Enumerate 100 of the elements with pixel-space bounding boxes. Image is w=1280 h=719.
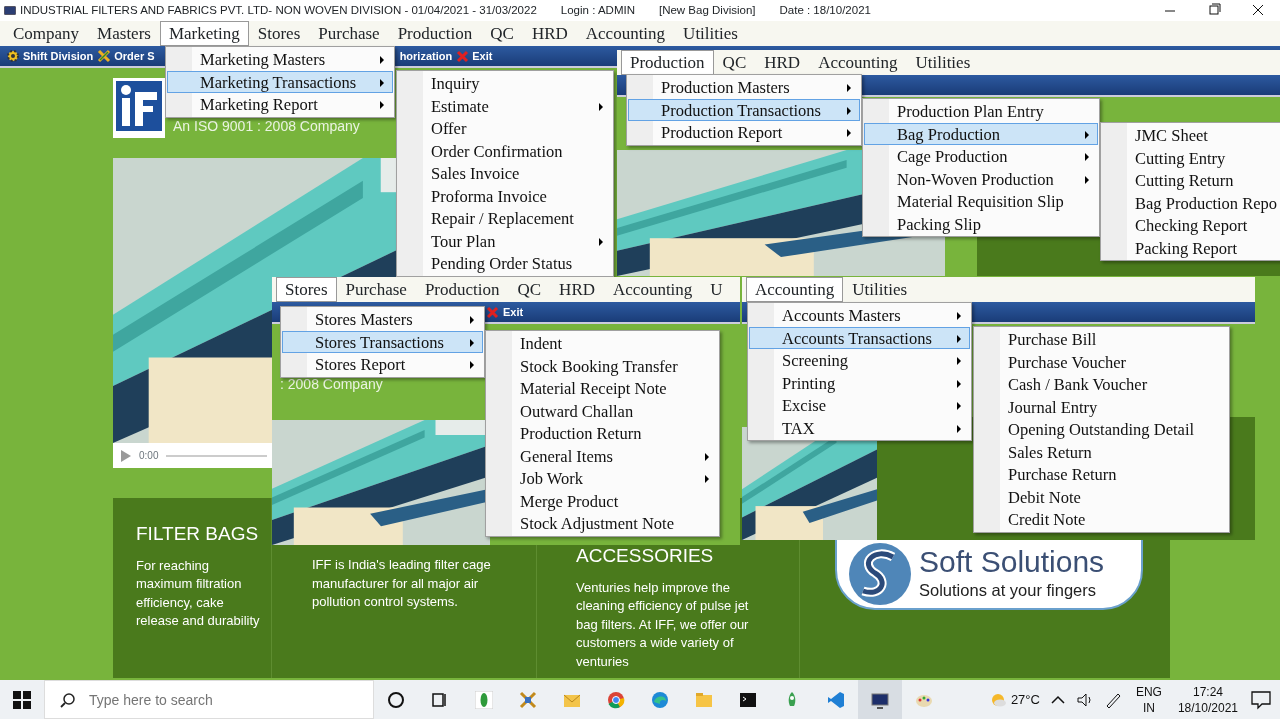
toolbar-button[interactable]: Shift Division bbox=[4, 46, 96, 66]
menu-bar-item[interactable]: Stores bbox=[248, 21, 310, 46]
window-title: INDUSTRIAL FILTERS AND FABRICS PVT. LTD- NON WOVEN DIVISION - 01/04/2021 - 31/03/2022 bbox=[20, 2, 537, 18]
search-field[interactable]: Type here to search bbox=[44, 680, 374, 719]
menu-bar-item[interactable]: Marketing bbox=[159, 21, 249, 46]
menu-item[interactable]: Checking Report bbox=[1102, 214, 1280, 237]
menu-bar-item[interactable]: Production bbox=[621, 50, 714, 75]
menu-bar-item[interactable]: HRD bbox=[755, 50, 810, 75]
clock-time[interactable]: 17:24 bbox=[1177, 683, 1238, 700]
column-text: For reaching maximum filtration efficiency, cake release and durability bbox=[136, 556, 261, 630]
close-icon bbox=[456, 49, 470, 63]
toolbar-button[interactable]: horization bbox=[397, 46, 455, 66]
menu-bar-item[interactable]: Masters bbox=[88, 21, 160, 46]
menu-item[interactable]: Cutting Return bbox=[1102, 169, 1280, 192]
notification-icon[interactable] bbox=[1250, 689, 1272, 710]
menu-item[interactable]: Opening Outstanding Detail bbox=[975, 418, 1228, 441]
menu-bar-item[interactable]: Purchase bbox=[309, 21, 389, 46]
menu-bar-item[interactable]: QC bbox=[713, 50, 756, 75]
video-track[interactable] bbox=[166, 454, 267, 457]
menu-item[interactable]: Outward Challan bbox=[487, 399, 718, 422]
video-time: 0:00 bbox=[139, 449, 159, 463]
gear-icon bbox=[6, 49, 20, 63]
menu-item[interactable]: Stock Booking Transfer bbox=[487, 354, 718, 377]
menu-item[interactable]: Credit Note bbox=[975, 508, 1228, 531]
menu-bar-item[interactable]: Utilities bbox=[843, 277, 917, 302]
menu-item[interactable]: Purchase Bill bbox=[975, 328, 1228, 351]
menu-item[interactable]: Cage Production bbox=[864, 145, 1098, 168]
menu-item[interactable]: Material Receipt Note bbox=[487, 377, 718, 400]
menu-item[interactable]: TAX bbox=[749, 416, 970, 439]
menu-item[interactable]: Marketing Masters bbox=[167, 48, 393, 71]
menu-item[interactable]: Production Plan Entry bbox=[864, 100, 1098, 123]
menu-bar-item[interactable]: Company bbox=[4, 21, 89, 46]
menu-bar-item[interactable]: Utilities bbox=[906, 50, 980, 75]
menu-bar-item[interactable]: U bbox=[701, 277, 732, 302]
brand-name: Soft Solutions bbox=[919, 545, 1105, 578]
menu-item[interactable]: Packing Slip bbox=[864, 212, 1098, 235]
menu-item[interactable]: Job Work bbox=[487, 467, 718, 490]
circle-icon bbox=[387, 690, 405, 709]
weather-button[interactable]: 27°C bbox=[988, 690, 1040, 709]
menu-item[interactable]: Inquiry bbox=[398, 72, 612, 95]
menu-item[interactable]: Material Requisition Slip bbox=[864, 190, 1098, 213]
menu-bar-item[interactable]: QC bbox=[481, 21, 523, 46]
menu-item[interactable]: Order Confirmation bbox=[398, 139, 612, 162]
menu-bar-item[interactable]: Production bbox=[388, 21, 482, 46]
menu-item[interactable]: General Items bbox=[487, 444, 718, 467]
play-icon[interactable] bbox=[121, 449, 131, 462]
search-icon bbox=[60, 692, 76, 708]
menu-item[interactable]: Estimate bbox=[398, 94, 612, 117]
chrome-icon bbox=[607, 690, 625, 709]
menu-item[interactable]: Marketing Transactions bbox=[167, 70, 393, 93]
leaf-icon bbox=[475, 690, 493, 709]
menu-item[interactable]: JMC Sheet bbox=[1102, 124, 1280, 147]
menu-item[interactable]: Purchase Return bbox=[975, 463, 1228, 486]
region-label: IN bbox=[1141, 699, 1156, 716]
menu-bar-item[interactable]: Utilities bbox=[674, 21, 747, 46]
wave-icon bbox=[651, 690, 669, 709]
toolbar-button[interactable]: Order S bbox=[95, 46, 157, 66]
login-label: Login : ADMIN bbox=[560, 2, 635, 18]
menu-item[interactable]: Accounts Transactions bbox=[749, 326, 970, 349]
code-icon bbox=[827, 690, 845, 709]
menu-item[interactable]: Excise bbox=[749, 394, 970, 417]
menu-item[interactable]: Cutting Entry bbox=[1102, 146, 1280, 169]
menu-bar-item[interactable]: Accounting bbox=[746, 277, 844, 302]
toolbar-button[interactable]: Exit bbox=[484, 302, 526, 322]
menu-item[interactable]: Bag Production bbox=[864, 122, 1098, 145]
menu-item[interactable]: Non-Woven Production bbox=[864, 167, 1098, 190]
menu-item[interactable]: Stock Adjustment Note bbox=[487, 512, 718, 535]
menu-item[interactable]: Cash / Bank Voucher bbox=[975, 373, 1228, 396]
menu-item[interactable]: Marketing Report bbox=[167, 93, 393, 116]
brand-tagline: Solutions at your fingers bbox=[919, 579, 1097, 601]
menu-bar-item[interactable]: HRD bbox=[550, 277, 604, 302]
language-label[interactable]: ENG bbox=[1135, 683, 1162, 700]
menu-item[interactable]: Production Transactions bbox=[628, 98, 860, 121]
menu-item[interactable]: Printing bbox=[749, 371, 970, 394]
menu-item[interactable]: Indent bbox=[487, 332, 718, 355]
menu-bar-item[interactable]: Accounting bbox=[576, 21, 675, 46]
menu-bar-item[interactable]: Accounting bbox=[809, 50, 907, 75]
menu-item[interactable]: Accounts Masters bbox=[749, 304, 970, 327]
menu-item[interactable]: Production Report bbox=[628, 121, 860, 144]
menu-item[interactable]: Screening bbox=[749, 349, 970, 372]
menu-item[interactable]: Bag Production Repo bbox=[1102, 191, 1280, 214]
menu-item[interactable]: Merge Product bbox=[487, 489, 718, 512]
menu-bar-item[interactable]: QC bbox=[508, 277, 551, 302]
menu-item[interactable]: Production Return bbox=[487, 422, 718, 445]
menu-item[interactable]: Purchase Voucher bbox=[975, 350, 1228, 373]
menu-item[interactable]: Debit Note bbox=[975, 485, 1228, 508]
column-heading: ACCESSORIES bbox=[576, 544, 715, 568]
menu-bar-item[interactable]: HRD bbox=[522, 21, 577, 46]
menu-bar-item[interactable]: Accounting bbox=[604, 277, 702, 302]
menu-item[interactable]: Journal Entry bbox=[975, 395, 1228, 418]
taskbar-button[interactable] bbox=[858, 680, 902, 719]
menu-item[interactable]: Sales Return bbox=[975, 440, 1228, 463]
menu-item[interactable]: Production Masters bbox=[628, 76, 860, 99]
tools-icon bbox=[97, 49, 112, 63]
monitor-icon bbox=[871, 690, 889, 709]
menu-item[interactable]: Packing Report bbox=[1102, 236, 1280, 259]
menu-item[interactable]: Offer bbox=[398, 117, 612, 140]
close-icon bbox=[486, 305, 499, 319]
folder-icon bbox=[695, 690, 713, 709]
toolbar-button[interactable]: Exit bbox=[454, 46, 495, 66]
